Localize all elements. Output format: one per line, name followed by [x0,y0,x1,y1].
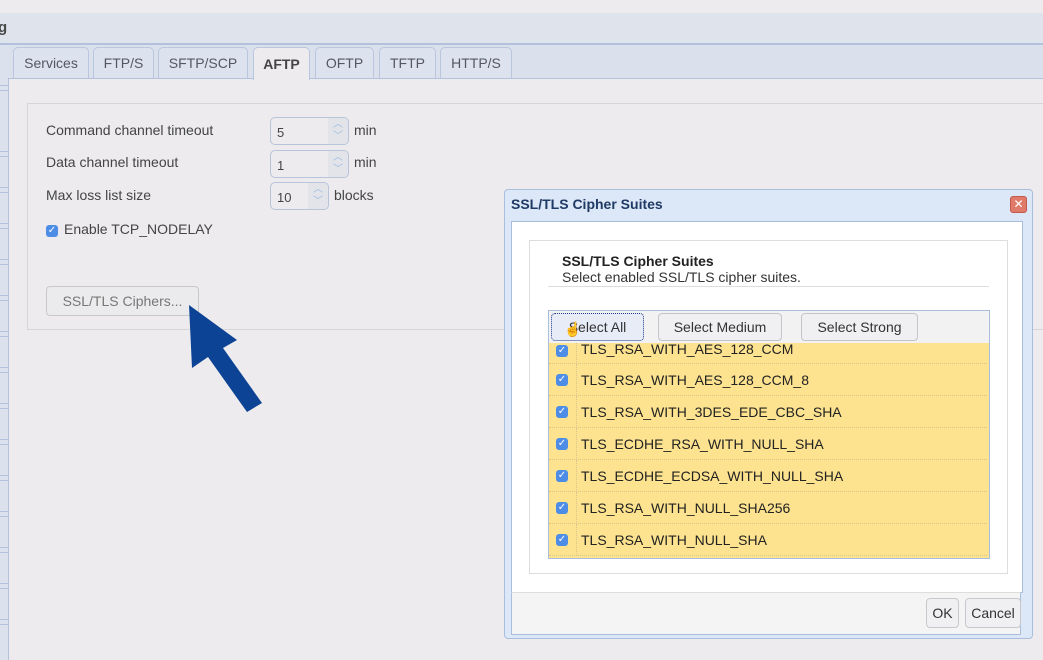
tab-tftp[interactable]: TFTP [379,47,436,78]
chevron-down-icon[interactable]: ﹀ [333,165,343,175]
command-channel-timeout-stepper[interactable]: 5 ︿ ﹀ [270,117,349,145]
tab-sftp-scp[interactable]: SFTP/SCP [158,47,248,78]
cipher-checkbox[interactable]: ✓ [556,374,568,386]
arrow-pointer-icon [189,305,262,412]
data-channel-timeout-unit: min [354,154,377,170]
dialog-body: SSL/TLS Cipher Suites Select enabled SSL… [511,221,1023,593]
tcp-nodelay-label: Enable TCP_NODELAY [64,221,213,237]
dialog-footer: OK Cancel [511,592,1021,635]
cipher-rows: ✓ TLS_RSA_WITH_AES_128_CCM ✓ TLS_RSA_WIT… [549,341,987,556]
cipher-name: TLS_ECDHE_ECDSA_WITH_NULL_SHA [581,468,844,484]
max-loss-list-size-value[interactable]: 10 [277,190,291,205]
tab-oftp[interactable]: OFTP [315,47,374,78]
divider [548,286,989,287]
tab-https[interactable]: HTTP/S [440,47,512,78]
data-channel-timeout-label: Data channel timeout [46,154,179,170]
cipher-list-toolbar: Select All Select Medium Select Strong ☝ [549,311,989,343]
window-title-bar: g [0,13,1043,45]
stepper-arrows[interactable]: ︿ ﹀ [328,118,348,144]
cipher-checkbox[interactable]: ✓ [556,470,568,482]
cipher-name: TLS_RSA_WITH_NULL_SHA256 [581,500,791,516]
left-sidebar-edge [0,45,9,660]
cipher-row[interactable]: ✓ TLS_RSA_WITH_NULL_SHA256 [549,492,987,524]
ok-button[interactable]: OK [926,598,959,628]
cipher-checkbox[interactable]: ✓ [556,406,568,418]
select-strong-button[interactable]: Select Strong [801,313,918,341]
cipher-name: TLS_RSA_WITH_3DES_EDE_CBC_SHA [581,404,842,420]
chevron-down-icon[interactable]: ﹀ [333,132,343,142]
section-heading: SSL/TLS Cipher Suites [562,253,714,269]
cipher-row[interactable]: ✓ TLS_RSA_WITH_AES_128_CCM_8 [549,364,987,396]
ssl-tls-ciphers-button[interactable]: SSL/TLS Ciphers... [46,286,199,316]
cipher-suites-fieldset: SSL/TLS Cipher Suites Select enabled SSL… [529,240,1008,574]
select-medium-button[interactable]: Select Medium [658,313,782,341]
cipher-checkbox[interactable]: ✓ [556,534,568,546]
top-bar [0,0,1043,13]
data-channel-timeout-value[interactable]: 1 [277,158,284,173]
tab-ftps[interactable]: FTP/S [93,47,154,78]
dialog-title: SSL/TLS Cipher Suites [511,196,663,212]
cipher-checkbox[interactable]: ✓ [556,345,568,357]
data-channel-timeout-stepper[interactable]: 1 ︿ ﹀ [270,150,349,178]
cipher-name: TLS_RSA_WITH_NULL_SHA [581,532,767,548]
cipher-row[interactable]: ✓ TLS_RSA_WITH_NULL_SHA [549,524,987,556]
close-icon[interactable]: ✕ [1010,196,1027,213]
command-channel-timeout-value[interactable]: 5 [277,125,284,140]
cipher-name: TLS_RSA_WITH_AES_128_CCM_8 [581,372,809,388]
hand-cursor-icon: ☝ [564,321,582,337]
tab-services[interactable]: Services [13,47,89,78]
max-loss-list-size-unit: blocks [334,187,374,203]
cipher-row[interactable]: ✓ TLS_RSA_WITH_3DES_EDE_CBC_SHA [549,396,987,428]
cipher-checkbox[interactable]: ✓ [556,438,568,450]
max-loss-list-size-label: Max loss list size [46,187,152,203]
cipher-row[interactable]: ✓ TLS_ECDHE_ECDSA_WITH_NULL_SHA [549,460,987,492]
cancel-button[interactable]: Cancel [965,598,1021,628]
tcp-nodelay-checkbox[interactable]: ✓ [46,225,58,237]
max-loss-list-size-stepper[interactable]: 10 ︿ ﹀ [270,182,329,210]
section-description: Select enabled SSL/TLS cipher suites. [562,269,801,285]
cipher-checkbox[interactable]: ✓ [556,502,568,514]
cipher-name: TLS_ECDHE_RSA_WITH_NULL_SHA [581,436,824,452]
cipher-row[interactable]: ✓ TLS_RSA_WITH_AES_128_CCM [549,341,987,364]
tab-aftp[interactable]: AFTP [253,47,310,80]
cipher-name: TLS_RSA_WITH_AES_128_CCM [581,341,794,357]
cipher-list[interactable]: Select All Select Medium Select Strong ☝… [548,310,990,559]
window-title: g [0,19,8,36]
chevron-down-icon[interactable]: ﹀ [313,197,323,207]
stepper-arrows[interactable]: ︿ ﹀ [308,183,328,209]
command-channel-timeout-unit: min [354,122,377,138]
stepper-arrows[interactable]: ︿ ﹀ [328,151,348,177]
chevron-up-icon[interactable]: ︿ [333,153,343,163]
chevron-up-icon[interactable]: ︿ [313,185,323,195]
tab-strip: Services FTP/S SFTP/SCP AFTP OFTP TFTP H… [8,45,1043,80]
chevron-up-icon[interactable]: ︿ [333,120,343,130]
command-channel-timeout-label: Command channel timeout [46,122,214,138]
cipher-suites-dialog: SSL/TLS Cipher Suites ✕ SSL/TLS Cipher S… [504,189,1033,639]
cipher-row[interactable]: ✓ TLS_ECDHE_RSA_WITH_NULL_SHA [549,428,987,460]
